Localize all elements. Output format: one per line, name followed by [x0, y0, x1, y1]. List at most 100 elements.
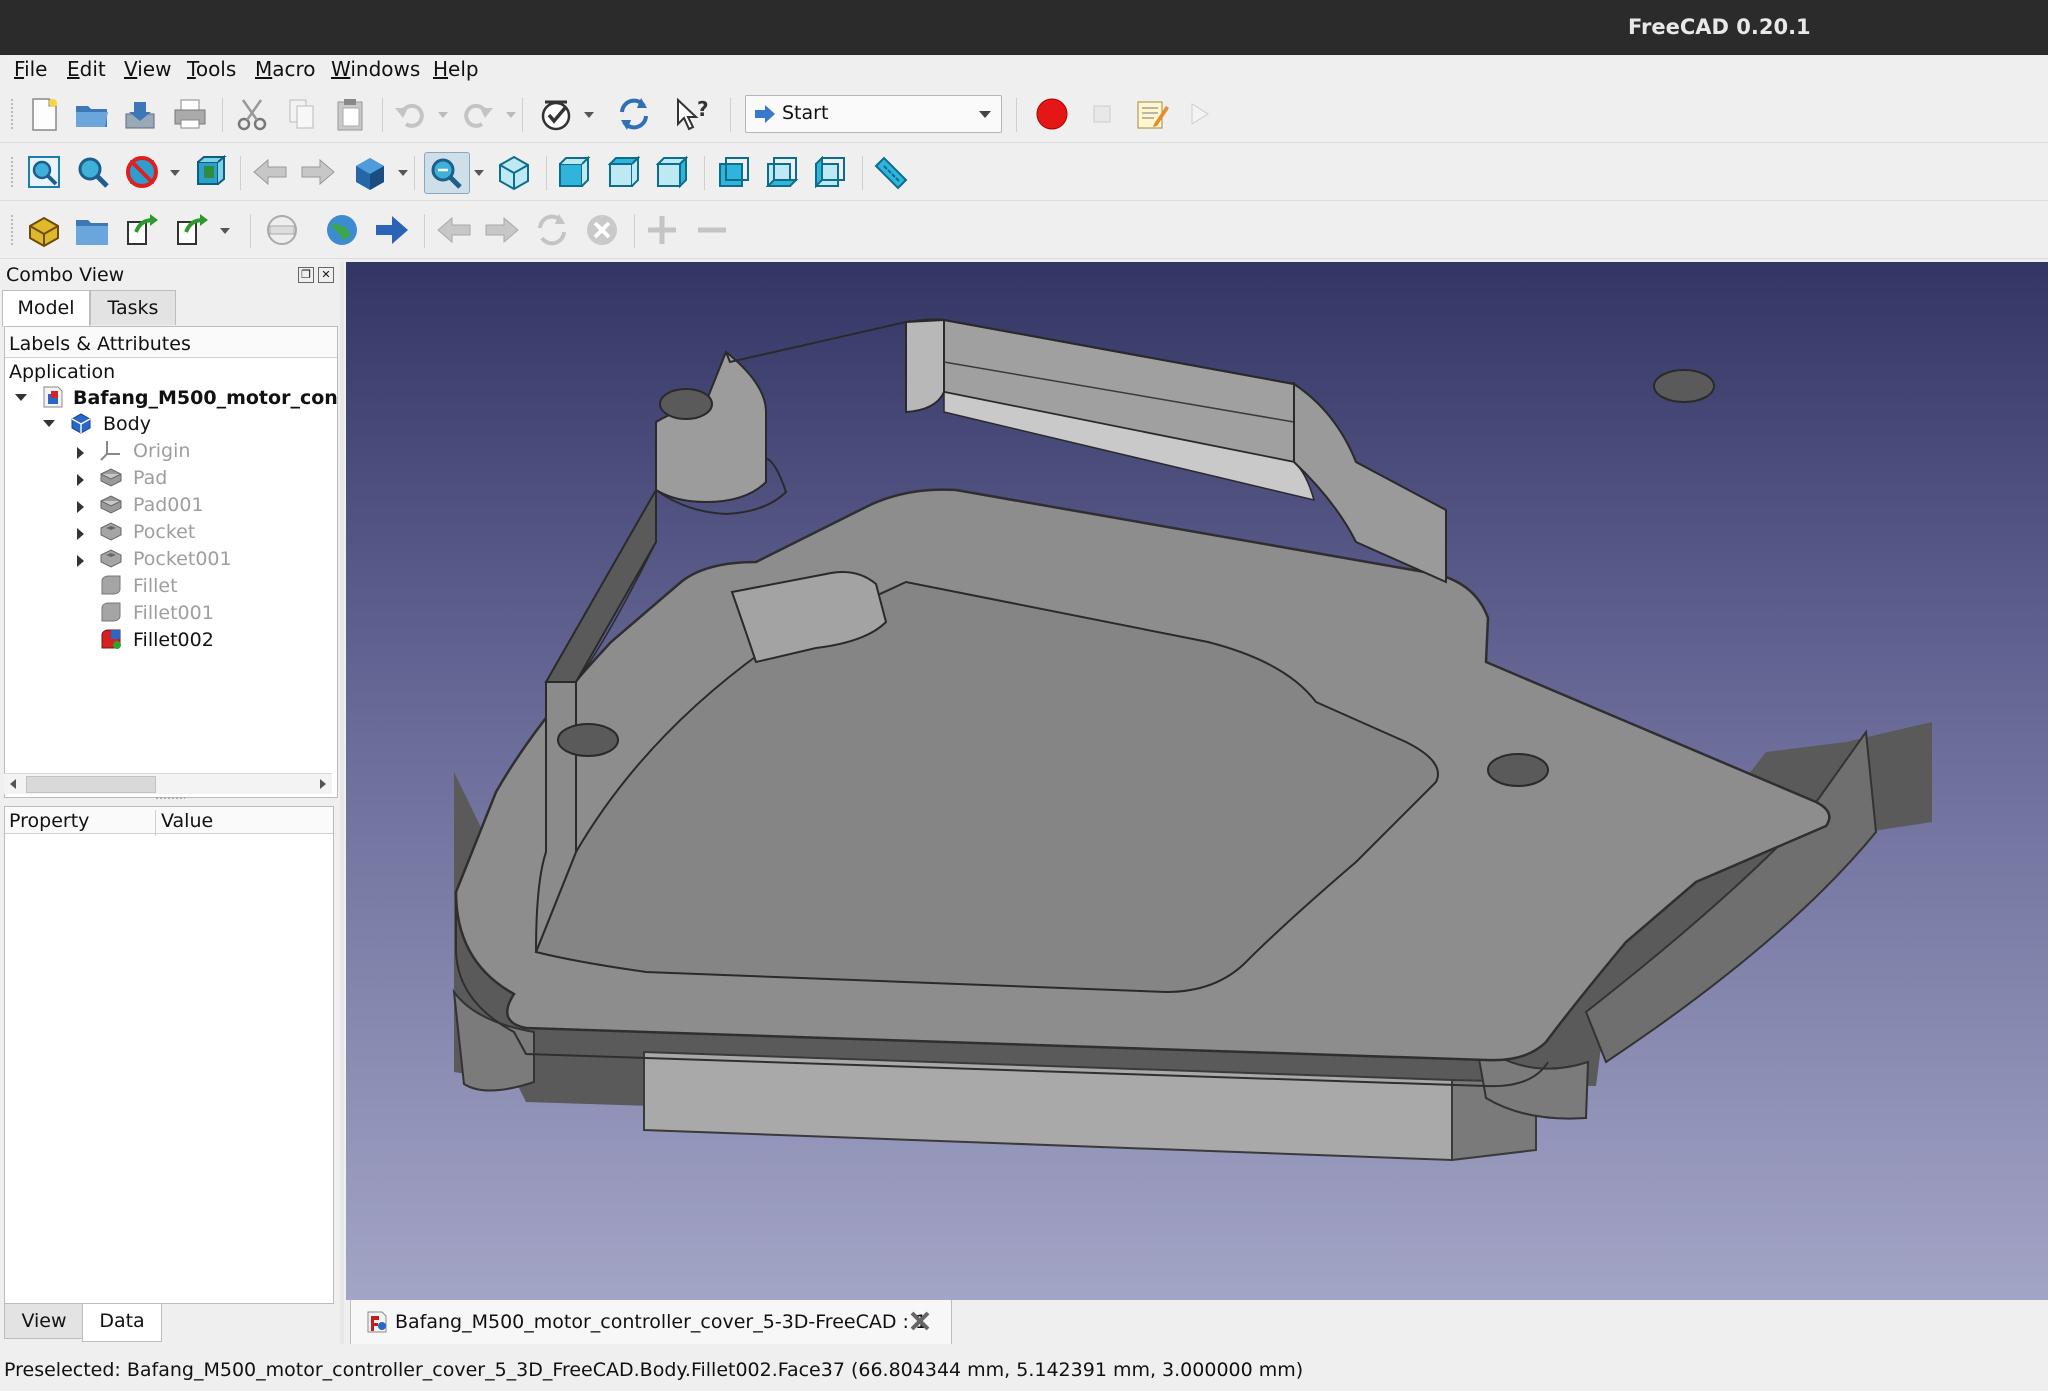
expand-arrow-icon[interactable]: [77, 474, 84, 486]
create-link-icon[interactable]: [122, 210, 162, 250]
menu-macro[interactable]: Macro: [255, 57, 316, 81]
draw-style-icon[interactable]: [122, 152, 162, 192]
tree-item-fillet[interactable]: Fillet: [5, 573, 337, 599]
application-label: Application: [9, 361, 116, 383]
value-column[interactable]: Value: [161, 810, 213, 832]
menu-tools[interactable]: Tools: [187, 57, 236, 81]
toolbar-grip[interactable]: [10, 156, 14, 188]
float-panel-icon[interactable]: ❐: [298, 267, 314, 283]
toolbar-grip[interactable]: [10, 214, 14, 246]
tab-data[interactable]: Data: [82, 1304, 162, 1342]
web-home-icon[interactable]: [262, 210, 302, 250]
stop-macro-icon[interactable]: [1082, 94, 1122, 134]
expand-arrow-icon[interactable]: [77, 447, 84, 459]
fit-selection-icon[interactable]: [72, 152, 112, 192]
collapse-arrow-icon[interactable]: [15, 394, 27, 401]
std-views-icon[interactable]: [350, 152, 390, 192]
tree-item-origin[interactable]: Origin: [5, 438, 337, 464]
open-folder-icon[interactable]: [72, 94, 112, 134]
create-group-icon[interactable]: [72, 210, 112, 250]
forward-arrow-icon[interactable]: [298, 152, 338, 192]
vertical-splitter[interactable]: [340, 262, 344, 1344]
tree-item-fillet002[interactable]: Fillet002: [5, 627, 337, 653]
undo-icon[interactable]: [390, 94, 430, 134]
tree-item-pad001[interactable]: Pad001: [5, 492, 337, 518]
tree-item-label: Fillet: [133, 575, 178, 597]
macro-editor-icon[interactable]: [1132, 94, 1172, 134]
close-icon[interactable]: [907, 1308, 933, 1334]
print-icon[interactable]: [170, 94, 210, 134]
web-stop-icon[interactable]: [582, 210, 622, 250]
zoom-icon[interactable]: [424, 152, 470, 194]
scroll-right-icon[interactable]: [320, 779, 326, 789]
copy-icon[interactable]: [282, 94, 322, 134]
recompute-icon[interactable]: [614, 94, 654, 134]
bottom-view-icon[interactable]: [762, 152, 802, 192]
menu-windows[interactable]: Windows: [331, 57, 420, 81]
back-arrow-icon[interactable]: [250, 152, 290, 192]
refresh-check-icon[interactable]: [536, 94, 576, 134]
save-icon[interactable]: [120, 94, 160, 134]
execute-macro-icon[interactable]: [1180, 94, 1220, 134]
bounding-box-icon[interactable]: [190, 152, 230, 192]
property-column[interactable]: Property: [9, 810, 89, 832]
collapse-arrow-icon[interactable]: [43, 420, 55, 427]
link-actions-icon[interactable]: [172, 210, 212, 250]
structure-toolbar: [0, 202, 2048, 259]
tree-item-fillet001[interactable]: Fillet001: [5, 600, 337, 626]
open-website-icon[interactable]: [372, 210, 412, 250]
cut-icon[interactable]: [232, 94, 272, 134]
tree-horizontal-scrollbar[interactable]: [4, 773, 332, 794]
scrollbar-thumb[interactable]: [26, 776, 156, 793]
tab-model[interactable]: Model: [2, 290, 90, 327]
tree-body[interactable]: Body: [5, 411, 337, 437]
tree-document[interactable]: Bafang_M500_motor_cont: [5, 385, 337, 411]
web-forward-icon[interactable]: [482, 210, 522, 250]
zoom-in-icon[interactable]: [642, 210, 682, 250]
front-view-icon[interactable]: [554, 152, 594, 192]
zoom-out-icon[interactable]: [692, 210, 732, 250]
paste-icon[interactable]: [330, 94, 370, 134]
create-part-icon[interactable]: [24, 210, 64, 250]
menu-view[interactable]: View: [124, 57, 171, 81]
fit-all-icon[interactable]: [24, 152, 64, 192]
tree-item-label: Pad: [133, 467, 168, 489]
whats-this-icon[interactable]: ?: [672, 94, 712, 134]
menu-file[interactable]: File: [14, 57, 47, 81]
tree-item-pocket001[interactable]: Pocket001: [5, 546, 337, 572]
web-back-icon[interactable]: [434, 210, 474, 250]
panel-splitter[interactable]: [155, 796, 185, 800]
new-document-icon[interactable]: [24, 94, 64, 134]
record-macro-icon[interactable]: [1032, 94, 1072, 134]
measure-icon[interactable]: [870, 152, 910, 192]
toolbar-grip[interactable]: [10, 98, 14, 130]
chevron-down-icon: [979, 111, 991, 118]
expand-arrow-icon[interactable]: [77, 528, 84, 540]
tab-tasks[interactable]: Tasks: [90, 290, 176, 325]
right-view-icon[interactable]: [652, 152, 692, 192]
web-refresh-icon[interactable]: [532, 210, 572, 250]
rear-view-icon[interactable]: [714, 152, 754, 192]
left-view-icon[interactable]: [810, 152, 850, 192]
tree-item-pocket[interactable]: Pocket: [5, 519, 337, 545]
top-view-icon[interactable]: [604, 152, 644, 192]
document-tab[interactable]: Bafang_M500_motor_controller_cover_5-3D-…: [350, 1300, 952, 1345]
menu-help[interactable]: Help: [433, 57, 479, 81]
browser-globe-icon[interactable]: [322, 210, 362, 250]
3d-view[interactable]: [346, 262, 2048, 1300]
start-workbench-icon: [755, 105, 775, 123]
expand-arrow-icon[interactable]: [77, 501, 84, 513]
property-tabs: View Data: [0, 1304, 340, 1342]
scroll-left-icon[interactable]: [10, 779, 16, 789]
3d-part-model[interactable]: [346, 262, 2048, 1300]
tree-item-pad[interactable]: Pad: [5, 465, 337, 491]
redo-icon[interactable]: [458, 94, 498, 134]
tab-view[interactable]: View: [4, 1304, 84, 1339]
tree-application[interactable]: Application: [5, 359, 337, 385]
pocket-icon: [100, 549, 122, 568]
workbench-selector[interactable]: Start: [745, 95, 1002, 133]
isometric-view-icon[interactable]: [494, 152, 534, 192]
menu-edit[interactable]: Edit: [67, 57, 106, 81]
expand-arrow-icon[interactable]: [77, 555, 84, 567]
close-panel-icon[interactable]: ✕: [318, 267, 334, 283]
